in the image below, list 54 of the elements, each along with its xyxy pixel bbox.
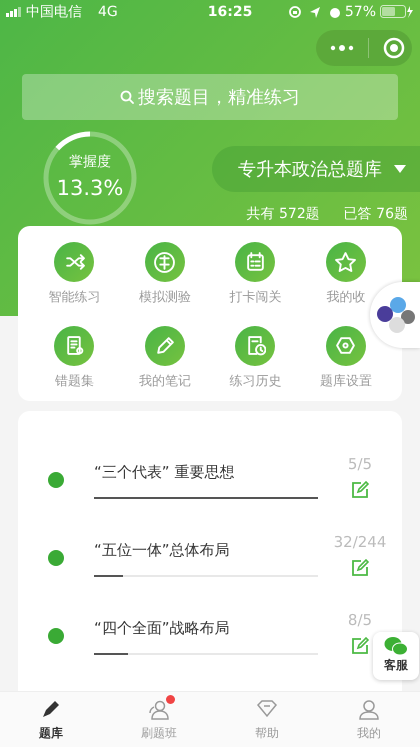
tool-label: 练习历史 (229, 372, 282, 390)
status-dot (48, 628, 64, 644)
tab-item[interactable]: 题库 (39, 698, 63, 742)
network-type: 4G (98, 2, 118, 22)
tool-button[interactable] (326, 326, 366, 366)
tool-label: 我的笔记 (138, 372, 191, 390)
edit-icon[interactable] (351, 481, 369, 500)
signal-icon (6, 7, 22, 17)
progress-count: 8/5 (346, 610, 374, 631)
location-icon (308, 6, 321, 18)
chapter-title[interactable]: “五位一体”总体布局 (94, 538, 318, 562)
close-icon[interactable] (383, 37, 405, 59)
chapter-title[interactable]: “三个代表” 重要思想 (94, 460, 318, 484)
calendar-icon (244, 252, 266, 272)
apps-icon (375, 295, 415, 335)
more-icon[interactable] (330, 44, 354, 52)
tool-button[interactable] (144, 242, 185, 282)
mastery-value: 13.3% (56, 175, 124, 202)
tool-button[interactable] (235, 242, 276, 282)
battery-icon (380, 5, 414, 18)
progress-count: 32/244 (332, 532, 388, 553)
answered-count: 已答 76题 (344, 205, 408, 224)
customer-service-button[interactable]: 客服 (373, 632, 419, 680)
caret-icon (394, 165, 406, 173)
tool-label: 打卡闯关 (229, 289, 282, 307)
clock-time: 16:25 (208, 2, 252, 22)
carrier-name: 中国电信 (26, 2, 82, 22)
status-dot (48, 550, 64, 566)
tool-label: 错题集 (54, 372, 94, 390)
progress-count: 5/5 (346, 454, 374, 475)
tool-label: 模拟测验 (138, 289, 191, 307)
search-icon (120, 90, 134, 104)
tool-label: 题库设置 (320, 372, 372, 390)
edit-icon[interactable] (351, 559, 369, 578)
rotation-lock-icon (288, 6, 301, 18)
star-icon (335, 252, 356, 272)
tool-label: 我的收 (326, 289, 366, 307)
shuffle-icon (64, 252, 85, 272)
tool-button[interactable] (54, 242, 94, 282)
total-count: 共有 572题 (246, 205, 320, 224)
person-icon (357, 698, 381, 722)
tool-button[interactable] (326, 242, 366, 282)
hexagon-icon (335, 335, 356, 356)
status-dot (48, 472, 64, 488)
tool-button[interactable] (235, 326, 276, 366)
edit-icon[interactable] (351, 637, 369, 656)
tool-button[interactable] (144, 326, 185, 366)
tool-button[interactable] (54, 326, 94, 366)
battery-percent: 57% (344, 2, 376, 22)
mock-exam-icon (154, 252, 176, 272)
mastery-label: 掌握度 (69, 153, 111, 172)
chat-icon (384, 636, 408, 656)
tool-label: 智能练习 (48, 289, 100, 307)
chapter-title[interactable]: “四个全面”战略布局 (94, 616, 318, 640)
